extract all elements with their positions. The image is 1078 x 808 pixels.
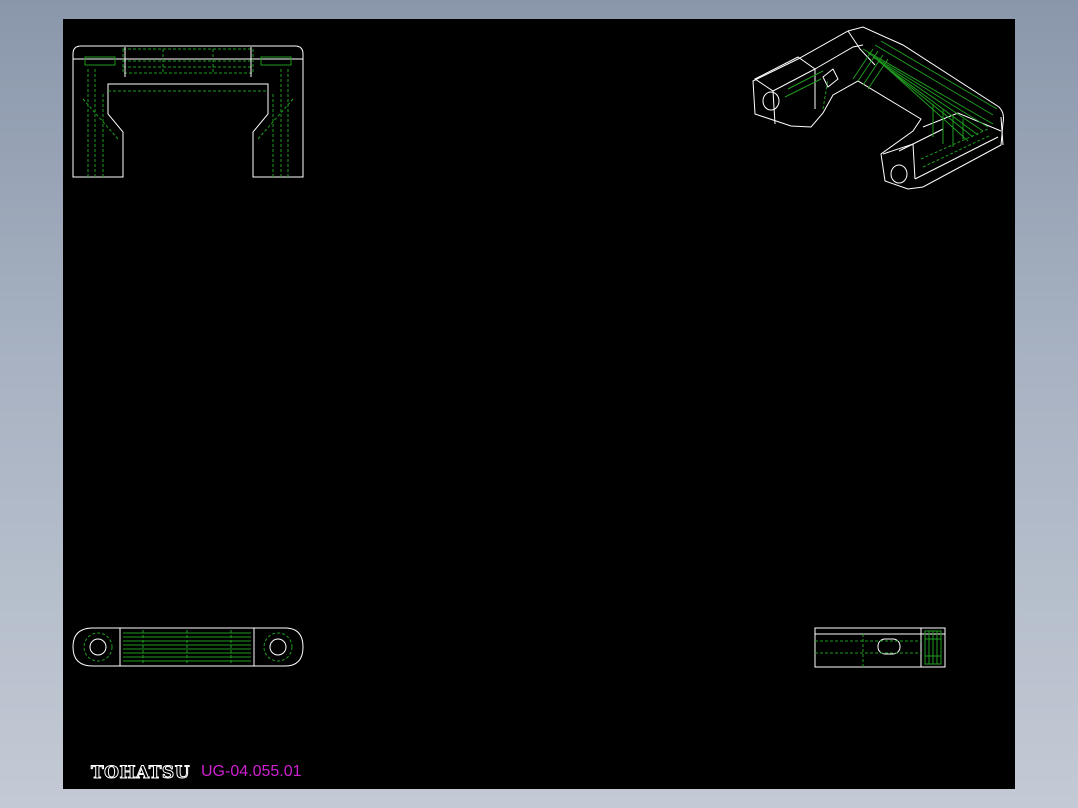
isometric-view xyxy=(752,26,1004,190)
front-view xyxy=(72,45,304,178)
side-view xyxy=(814,627,946,668)
cad-drawing xyxy=(72,26,1004,668)
drawing-sheet: TOHATSU UG-04.055.01 xyxy=(63,19,1015,789)
drawing-number: UG-04.055.01 xyxy=(201,763,302,780)
brand-logo: TOHATSU xyxy=(90,763,191,784)
top-view xyxy=(72,627,304,667)
